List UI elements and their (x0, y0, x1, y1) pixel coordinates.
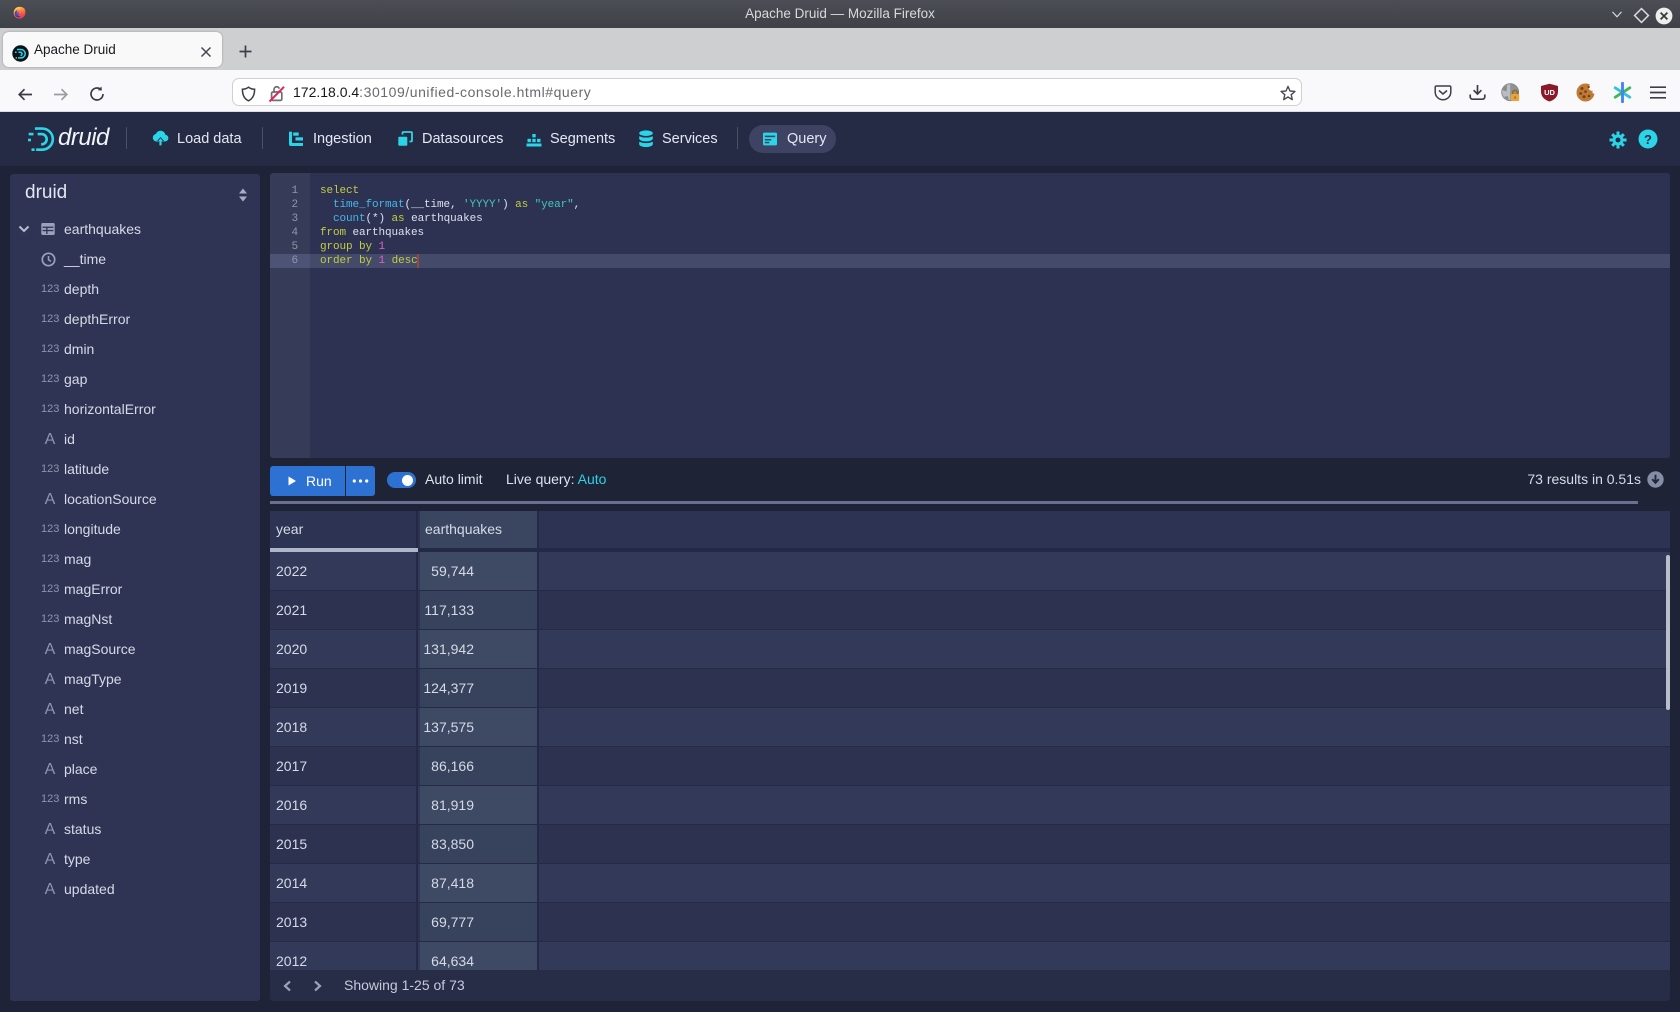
svg-text:UD: UD (1544, 88, 1555, 97)
svg-text:?: ? (1644, 132, 1652, 147)
